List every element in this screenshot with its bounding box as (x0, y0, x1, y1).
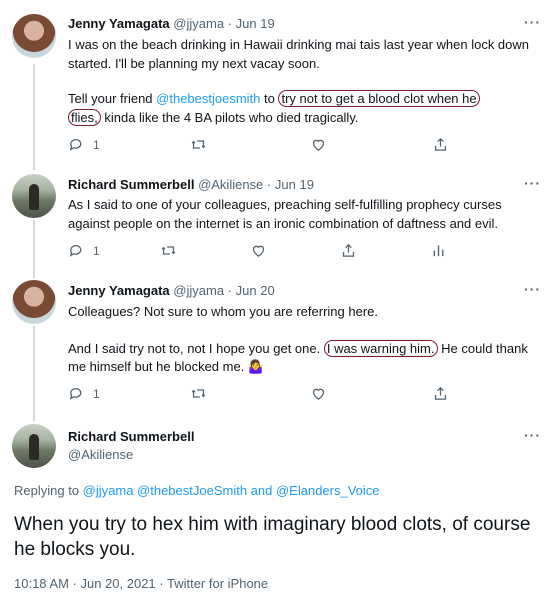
share-icon (434, 137, 447, 151)
like-button[interactable] (310, 385, 327, 402)
text-span: to (260, 91, 279, 106)
like-icon (312, 139, 325, 151)
more-icon[interactable]: ··· (524, 427, 541, 443)
like-icon (252, 245, 265, 257)
tweet-date[interactable]: Jun 20 (236, 283, 275, 298)
retweet-button[interactable] (160, 242, 177, 259)
thread-line (33, 220, 35, 278)
retweet-icon (191, 389, 206, 398)
paragraph: I was on the beach drinking in Hawaii dr… (68, 37, 530, 71)
replying-prefix: Replying to (14, 483, 83, 498)
author-handle[interactable]: @Akiliense (198, 177, 263, 192)
mention-link[interactable]: @thebestjoesmith (156, 91, 260, 106)
reply-button[interactable]: 1 (68, 242, 100, 259)
avatar[interactable] (12, 280, 56, 324)
retweet-button[interactable] (190, 385, 207, 402)
author-handle[interactable]: @Akiliense (68, 447, 133, 462)
tweet-header: Jenny Yamagata @jjyama · Jun 19 (68, 16, 275, 31)
more-icon[interactable]: ··· (524, 281, 541, 297)
share-button[interactable] (432, 385, 449, 402)
text-span: Tell your friend (68, 91, 157, 106)
separator: · (266, 177, 272, 192)
retweet-button[interactable] (190, 136, 207, 153)
separator: · (227, 283, 233, 298)
author-name[interactable]: Richard Summerbell (68, 177, 194, 192)
share-button[interactable] (340, 242, 357, 259)
avatar[interactable] (12, 14, 56, 58)
tweet-text: I was on the beach drinking in Hawaii dr… (68, 36, 530, 127)
retweet-icon (191, 140, 206, 149)
reply-icon (69, 138, 82, 151)
text-span: And I said try not to, not I hope you ge… (68, 340, 324, 356)
more-icon[interactable]: ··· (524, 14, 541, 30)
tweet-header: Richard Summerbell @Akiliense · Jun 19 (68, 177, 314, 192)
analytics-button[interactable] (430, 242, 447, 259)
tweet-header: Jenny Yamagata @jjyama · Jun 20 (68, 283, 275, 298)
tweet-date[interactable]: Jun 19 (275, 177, 314, 192)
avatar[interactable] (12, 174, 56, 218)
more-icon[interactable]: ··· (524, 175, 541, 191)
like-button[interactable] (310, 136, 327, 153)
reply-icon (69, 244, 82, 257)
circled-annotation: try not to get a blood clot when he (278, 90, 480, 107)
reply-button[interactable]: 1 (68, 136, 100, 153)
avatar[interactable] (12, 424, 56, 468)
retweet-icon (161, 246, 176, 255)
reply-count: 1 (93, 243, 100, 258)
tweet-timestamp[interactable]: 10:18 AM · Jun 20, 2021 · Twitter for iP… (14, 576, 268, 591)
main-tweet-text: When you try to hex him with imaginary b… (14, 514, 531, 560)
tweet-text: Colleagues? Not sure to whom you are ref… (68, 303, 530, 377)
action-bar: 1 (68, 242, 468, 260)
text-span: kinda like the 4 BA pilots who died trag… (100, 109, 359, 125)
like-button[interactable] (250, 242, 267, 259)
thread-line (33, 326, 35, 421)
share-icon (434, 386, 447, 400)
replying-to: Replying to @jjyama @thebestJoeSmith and… (14, 483, 380, 498)
reply-icon (69, 387, 82, 400)
circled-annotation: flies, (68, 108, 101, 126)
like-icon (312, 388, 325, 400)
author-handle[interactable]: @jjyama (173, 16, 224, 31)
share-button[interactable] (432, 136, 449, 153)
author-name[interactable]: Jenny Yamagata (68, 283, 170, 298)
thread-line (33, 64, 35, 170)
tweet-text: As I said to one of your colleagues, pre… (68, 197, 502, 231)
reply-button[interactable]: 1 (68, 385, 100, 402)
action-bar: 1 (68, 136, 468, 154)
author-handle[interactable]: @jjyama (173, 283, 224, 298)
paragraph: And I said try not to, not I hope you ge… (68, 339, 530, 377)
paragraph: Colleagues? Not sure to whom you are ref… (68, 304, 378, 319)
author-name[interactable]: Richard Summerbell (68, 429, 194, 444)
replying-targets-link[interactable]: @jjyama @thebestJoeSmith and @Elanders_V… (83, 483, 380, 498)
paragraph: Tell your friend @thebestjoesmith to try… (68, 90, 530, 127)
circled-annotation: I was warning him. (323, 339, 438, 357)
tweet-date[interactable]: Jun 19 (236, 16, 275, 31)
reply-count: 1 (93, 137, 100, 152)
share-icon (342, 243, 355, 257)
author-name[interactable]: Jenny Yamagata (68, 16, 170, 31)
analytics-icon (433, 245, 444, 257)
action-bar: 1 (68, 385, 468, 403)
reply-count: 1 (93, 386, 100, 401)
separator: · (227, 16, 233, 31)
